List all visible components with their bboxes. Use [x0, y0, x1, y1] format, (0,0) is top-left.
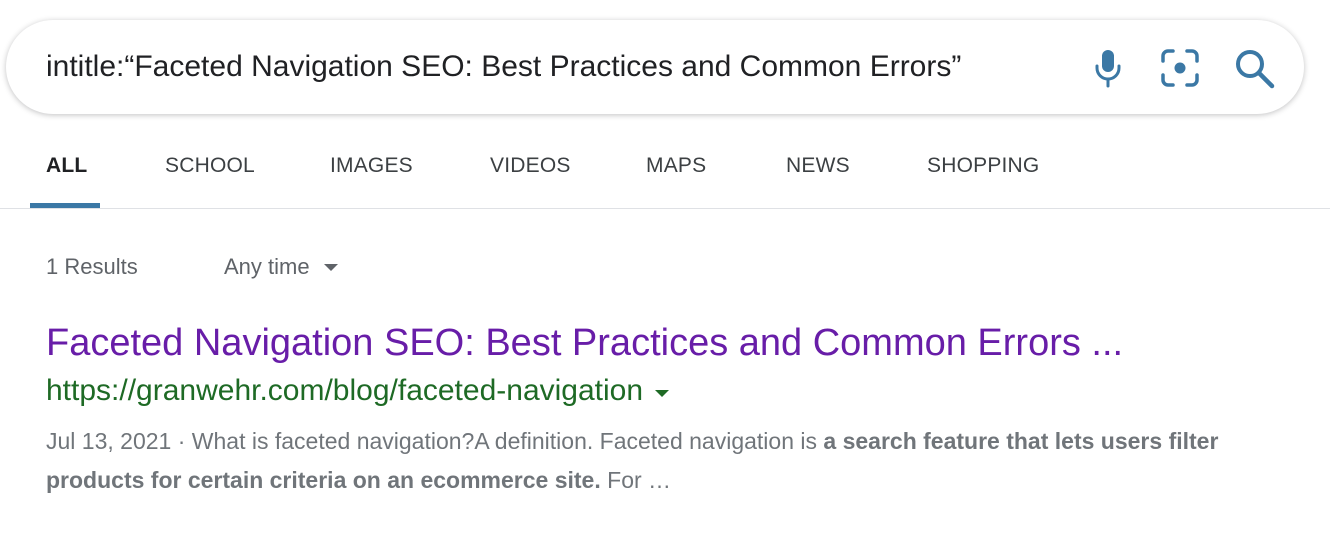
tab-images[interactable]: IMAGES [330, 154, 413, 178]
tab-all[interactable]: ALL [46, 154, 87, 178]
result-url[interactable]: https://granwehr.com/blog/faceted-naviga… [46, 374, 670, 408]
voice-search-button[interactable] [1084, 44, 1132, 92]
results-count: 1 Results [46, 254, 138, 279]
result-snippet: Jul 13, 2021 · What is faceted navigatio… [46, 422, 1246, 500]
url-menu-caret-icon[interactable] [655, 389, 670, 397]
image-search-button[interactable] [1156, 44, 1204, 92]
tab-school[interactable]: SCHOOL [165, 154, 255, 178]
tab-maps[interactable]: MAPS [646, 154, 706, 178]
tab-news[interactable]: NEWS [786, 154, 850, 178]
result-url-text: https://granwehr.com/blog/faceted-naviga… [46, 374, 644, 407]
tab-videos[interactable]: VIDEOS [490, 154, 571, 178]
result-title-link[interactable]: Faceted Navigation SEO: Best Practices a… [46, 322, 1123, 365]
tab-shopping[interactable]: SHOPPING [927, 154, 1039, 178]
search-icon [1236, 50, 1275, 89]
active-tab-indicator [30, 203, 100, 208]
search-bar [6, 20, 1304, 114]
snippet-tail-text: For … [600, 467, 672, 493]
snippet-separator: · [171, 428, 192, 454]
search-submit-button[interactable] [1230, 44, 1278, 92]
search-results-page: ALL SCHOOL IMAGES VIDEOS MAPS NEWS SHOPP… [0, 0, 1330, 548]
time-filter-label: Any time [224, 254, 310, 279]
search-tabs: ALL SCHOOL IMAGES VIDEOS MAPS NEWS SHOPP… [0, 120, 1330, 209]
snippet-date: Jul 13, 2021 [46, 428, 172, 454]
lens-icon [1161, 49, 1199, 87]
microphone-icon [1095, 50, 1121, 88]
search-input[interactable] [46, 42, 992, 92]
snippet-lead-text: What is faceted navigation?A definition.… [191, 428, 824, 454]
dropdown-caret-icon [323, 263, 338, 271]
time-filter-dropdown[interactable]: Any time [224, 254, 338, 280]
